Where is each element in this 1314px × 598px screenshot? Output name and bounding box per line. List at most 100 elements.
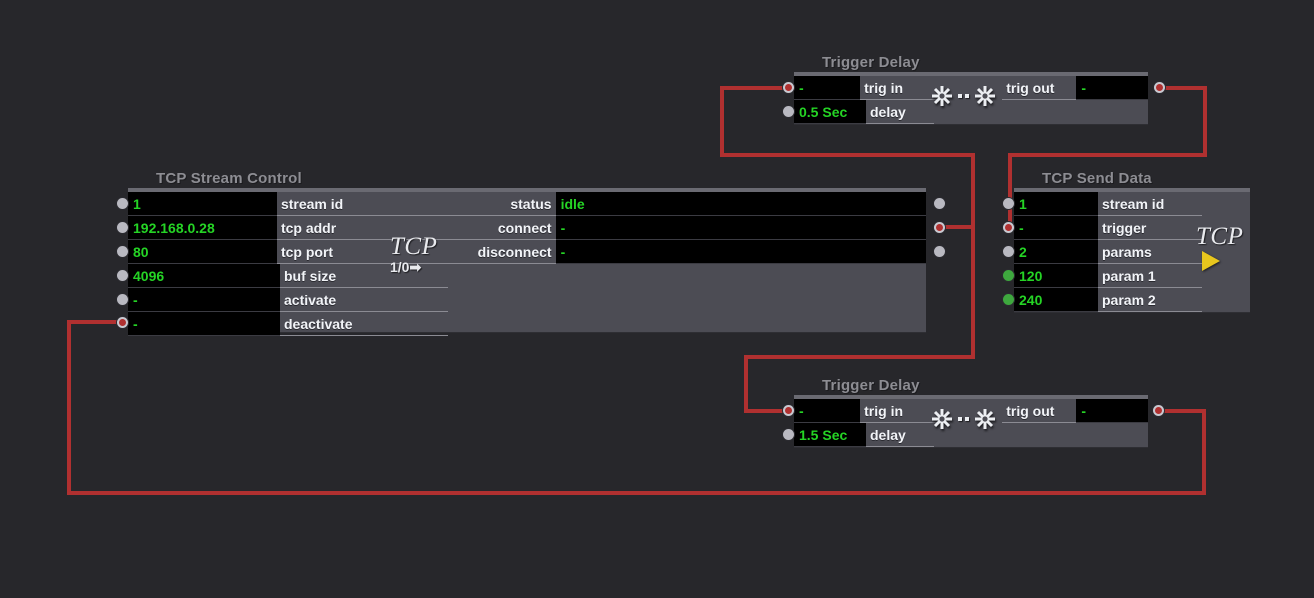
port-in-tcp-addr[interactable] <box>117 222 128 233</box>
row-tcp-addr[interactable]: 192.168.0.28 tcp addr connect - <box>128 216 926 240</box>
label-status: status <box>441 192 556 216</box>
field-params[interactable]: 2 <box>1014 240 1098 264</box>
field-param-1[interactable]: 120 <box>1014 264 1098 288</box>
port-in-trigger[interactable] <box>1003 222 1014 233</box>
row-tcp-port[interactable]: 80 tcp port disconnect - <box>128 240 926 264</box>
value-params: 2 <box>1019 244 1027 260</box>
label-trig-in: trig in <box>860 76 940 100</box>
field-disconnect[interactable]: - <box>555 240 926 264</box>
field-trig-in[interactable]: - <box>794 399 861 423</box>
row-param-1[interactable]: 120 param 1 <box>1014 264 1250 288</box>
node-graph-canvas[interactable]: TCP Stream Control 1 stream id status id… <box>0 0 1314 598</box>
port-in-activate[interactable] <box>117 294 128 305</box>
label-param-1: param 1 <box>1098 264 1202 288</box>
node-tcp-stream-control[interactable]: TCP Stream Control 1 stream id status id… <box>117 170 945 336</box>
field-status[interactable]: idle <box>555 192 926 216</box>
node-title: Trigger Delay <box>822 54 920 71</box>
field-trigger[interactable]: - <box>1014 216 1098 240</box>
node-trigger-delay-top[interactable]: Trigger Delay - trig in trig out - 0.5 S… <box>783 54 1165 124</box>
node-body[interactable]: 1 stream id - trigger 2 params 120 param… <box>1003 188 1250 312</box>
field-stream-id[interactable]: 1 <box>128 192 277 216</box>
value-disconnect: - <box>560 244 566 260</box>
label-disconnect: disconnect <box>441 240 556 264</box>
port-in-param-1[interactable] <box>1003 270 1014 281</box>
row-stream-id[interactable]: 1 stream id status idle <box>128 192 926 216</box>
label-params: params <box>1098 240 1202 264</box>
value-trig-in: - <box>799 80 804 96</box>
node-body[interactable]: 1 stream id status idle 192.168.0.28 tcp… <box>117 188 945 336</box>
label-tcp-port: tcp port <box>276 240 442 264</box>
value-tcp-port: 80 <box>133 244 149 260</box>
port-in-param-2[interactable] <box>1003 294 1014 305</box>
node-title: TCP Send Data <box>1042 170 1152 187</box>
label-delay: delay <box>866 423 934 447</box>
value-stream-id: 1 <box>133 196 141 212</box>
node-body[interactable]: - trig in trig out - 0.5 Sec delay <box>783 72 1165 124</box>
field-tcp-port[interactable]: 80 <box>128 240 277 264</box>
field-trig-out[interactable]: - <box>1076 76 1148 100</box>
field-param-2[interactable]: 240 <box>1014 288 1098 312</box>
row-trig-in-out[interactable]: - trig in trig out - <box>794 76 1148 100</box>
label-activate: activate <box>280 288 448 312</box>
value-trig-in: - <box>799 403 804 419</box>
field-buf-size[interactable]: 4096 <box>128 264 280 288</box>
port-in-trig-in[interactable] <box>783 405 794 416</box>
node-title: TCP Stream Control <box>156 170 302 187</box>
label-trigger: trigger <box>1098 216 1202 240</box>
field-delay[interactable]: 1.5 Sec <box>794 423 866 447</box>
delay-glyph-slot <box>940 76 1002 100</box>
delay-glyph-slot <box>940 399 1002 423</box>
row-trig-in-out[interactable]: - trig in trig out - <box>794 399 1148 423</box>
port-in-delay[interactable] <box>783 106 794 117</box>
port-in-delay[interactable] <box>783 429 794 440</box>
row-delay[interactable]: 0.5 Sec delay <box>794 100 1148 124</box>
node-tcp-send-data[interactable]: TCP Send Data 1 stream id - trigger 2 pa… <box>1003 170 1250 312</box>
port-out-disconnect[interactable] <box>934 246 945 257</box>
port-out-trig-out[interactable] <box>1154 82 1165 93</box>
node-title: Trigger Delay <box>822 377 920 394</box>
port-in-stream-id[interactable] <box>117 198 128 209</box>
field-trig-out[interactable]: - <box>1076 399 1148 423</box>
field-delay[interactable]: 0.5 Sec <box>794 100 866 124</box>
port-in-tcp-port[interactable] <box>117 246 128 257</box>
value-param-2: 240 <box>1019 292 1043 308</box>
field-trig-in[interactable]: - <box>794 76 861 100</box>
port-out-trig-out[interactable] <box>1153 405 1164 416</box>
label-delay: delay <box>866 100 934 124</box>
label-tcp-addr: tcp addr <box>276 216 442 240</box>
label-deactivate: deactivate <box>280 312 448 336</box>
row-deactivate[interactable]: - deactivate <box>128 312 926 336</box>
row-activate[interactable]: - activate <box>128 288 926 312</box>
port-out-connect[interactable] <box>934 222 945 233</box>
label-stream-id: stream id <box>276 192 442 216</box>
row-params[interactable]: 2 params <box>1014 240 1250 264</box>
port-in-buf-size[interactable] <box>117 270 128 281</box>
label-connect: connect <box>441 216 556 240</box>
value-trig-out: - <box>1081 80 1087 96</box>
node-trigger-delay-bottom[interactable]: Trigger Delay - trig in trig out - 1.5 S… <box>783 377 1164 447</box>
label-stream-id: stream id <box>1098 192 1202 216</box>
port-in-trig-in[interactable] <box>783 82 794 93</box>
port-in-deactivate[interactable] <box>117 317 128 328</box>
field-connect[interactable]: - <box>555 216 926 240</box>
value-trig-out: - <box>1081 403 1087 419</box>
field-tcp-addr[interactable]: 192.168.0.28 <box>128 216 277 240</box>
row-buf-size[interactable]: 4096 buf size <box>128 264 926 288</box>
value-connect: - <box>560 220 566 236</box>
value-tcp-addr: 192.168.0.28 <box>133 220 215 236</box>
value-param-1: 120 <box>1019 268 1043 284</box>
value-deactivate: - <box>133 316 138 332</box>
port-out-status[interactable] <box>934 198 945 209</box>
field-stream-id[interactable]: 1 <box>1014 192 1098 216</box>
field-activate[interactable]: - <box>128 288 280 312</box>
port-in-stream-id[interactable] <box>1003 198 1014 209</box>
field-deactivate[interactable]: - <box>128 312 280 336</box>
node-body[interactable]: - trig in trig out - 1.5 Sec delay <box>783 395 1164 447</box>
label-trig-out: trig out <box>1002 76 1077 100</box>
row-param-2[interactable]: 240 param 2 <box>1014 288 1250 312</box>
row-trigger[interactable]: - trigger <box>1014 216 1250 240</box>
port-in-params[interactable] <box>1003 246 1014 257</box>
row-delay[interactable]: 1.5 Sec delay <box>794 423 1148 447</box>
value-delay: 0.5 Sec <box>799 104 848 120</box>
row-stream-id[interactable]: 1 stream id <box>1014 192 1250 216</box>
